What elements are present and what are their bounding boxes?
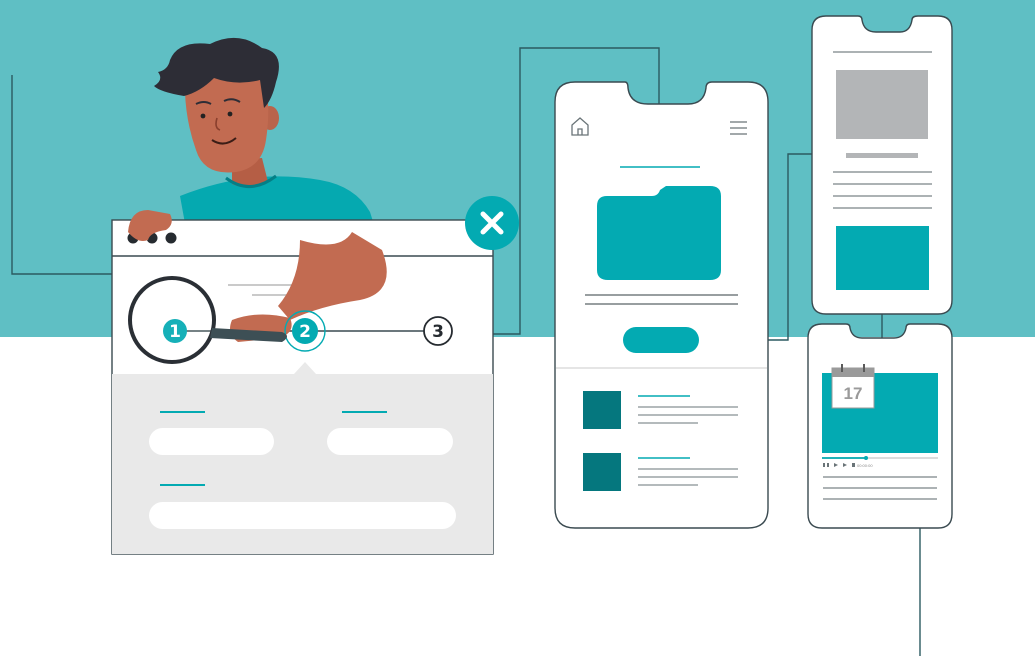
- phone-main: [554, 81, 769, 529]
- close-button[interactable]: [465, 196, 519, 250]
- step-label: 3: [432, 322, 444, 342]
- form-field-wide[interactable]: [149, 502, 456, 529]
- wireframe-illustration: 1 2 3: [11, 15, 953, 656]
- phone-video: 17 00:00:00: [807, 323, 953, 529]
- connector-left: [11, 75, 120, 275]
- folder-icon: [597, 186, 721, 280]
- phone-cta-button[interactable]: [623, 327, 699, 353]
- player-time: 00:00:00: [857, 463, 873, 468]
- media-block: [836, 226, 929, 290]
- window-dot[interactable]: [165, 232, 177, 244]
- calendar-icon: 17: [831, 364, 875, 409]
- calendar-day: 17: [844, 384, 863, 403]
- phone-article: [811, 15, 953, 315]
- step-label: 2: [299, 322, 311, 342]
- form-field[interactable]: [327, 428, 453, 455]
- image-placeholder: [836, 70, 928, 139]
- form-field[interactable]: [149, 428, 274, 455]
